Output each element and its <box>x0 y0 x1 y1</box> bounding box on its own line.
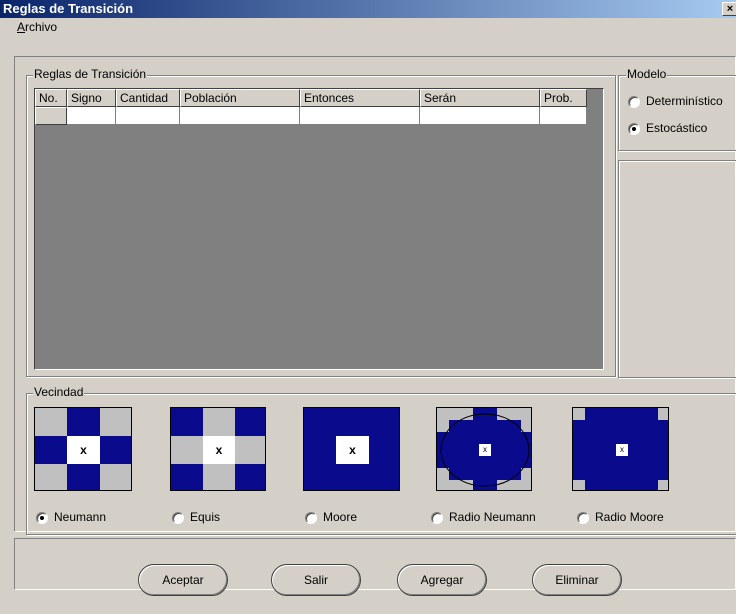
label-moore[interactable]: Moore <box>323 510 357 524</box>
rm-center-cell: x <box>616 444 628 456</box>
button-panel <box>14 538 736 590</box>
rm-corner-bl <box>573 480 585 490</box>
delete-button[interactable]: Eliminar <box>532 564 622 596</box>
equis-top-cell <box>203 408 235 436</box>
radio-moore-pattern[interactable]: x <box>572 407 669 491</box>
window-title: Reglas de Transición <box>3 1 134 16</box>
col-header-signo[interactable]: Signo <box>67 89 116 107</box>
col-header-poblacion[interactable]: Población <box>180 89 300 107</box>
equis-left-cell <box>171 436 203 464</box>
grid-cell-cantidad[interactable] <box>116 107 180 125</box>
close-button[interactable]: × <box>722 2 736 16</box>
radio-neumann[interactable] <box>36 512 48 524</box>
menu-archivo[interactable]: Archivo <box>17 20 57 34</box>
label-radio-moore[interactable]: Radio Moore <box>595 510 664 524</box>
grid-cell-signo[interactable] <box>67 107 116 125</box>
col-header-entonces[interactable]: Entonces <box>300 89 420 107</box>
col-header-no[interactable]: No. <box>35 89 67 107</box>
grid-cell-poblacion[interactable] <box>180 107 300 125</box>
col-header-seran[interactable]: Serán <box>420 89 540 107</box>
equis-bottom-cell <box>203 464 235 490</box>
moore-center-cell: x <box>336 436 369 464</box>
menu-archivo-rest: rchivo <box>25 20 58 34</box>
radio-moore[interactable] <box>305 512 317 524</box>
neumann-pattern[interactable]: x <box>34 407 132 491</box>
equis-pattern[interactable]: x <box>170 407 266 491</box>
menu-bar: Archivo <box>0 18 736 38</box>
moore-pattern[interactable]: x <box>303 407 400 491</box>
rules-grid[interactable]: No. Signo Cantidad Población Entonces Se… <box>34 88 604 370</box>
rm-corner-tl <box>573 408 585 420</box>
add-button[interactable]: Agregar <box>397 564 487 596</box>
label-neumann[interactable]: Neumann <box>54 510 106 524</box>
vecindad-legend: Vecindad <box>33 385 85 399</box>
side-panel <box>618 160 736 378</box>
col-header-prob[interactable]: Prob. <box>540 89 587 107</box>
equis-center-cell: x <box>203 436 235 464</box>
grid-cell-prob[interactable] <box>540 107 587 125</box>
radio-deterministico[interactable] <box>628 96 640 108</box>
modelo-group <box>618 75 736 151</box>
label-estocastico[interactable]: Estocástico <box>646 121 707 135</box>
rules-legend: Reglas de Transición <box>33 67 148 81</box>
radio-estocastico[interactable] <box>628 123 640 135</box>
label-deterministico[interactable]: Determinístico <box>646 94 723 108</box>
radio-radio-moore[interactable] <box>577 512 589 524</box>
neumann-center-cell: x <box>67 436 100 464</box>
row-indicator-cell[interactable] <box>35 107 67 125</box>
grid-cell-seran[interactable] <box>420 107 540 125</box>
title-bar: Reglas de Transición × <box>0 0 736 18</box>
menu-archivo-accel: A <box>17 20 26 34</box>
label-equis[interactable]: Equis <box>190 510 220 524</box>
rn-circle-icon <box>440 413 530 487</box>
equis-right-cell <box>235 436 265 464</box>
grid-cell-entonces[interactable] <box>300 107 420 125</box>
col-header-cantidad[interactable]: Cantidad <box>116 89 180 107</box>
radio-equis[interactable] <box>172 512 184 524</box>
modelo-legend: Modelo <box>626 67 668 81</box>
radio-radio-neumann[interactable] <box>431 512 443 524</box>
rm-corner-tr <box>658 408 668 420</box>
exit-button[interactable]: Salir <box>271 564 361 596</box>
rm-corner-br <box>658 480 668 490</box>
radio-neumann-pattern[interactable]: x <box>436 407 532 491</box>
accept-button[interactable]: Aceptar <box>138 564 228 596</box>
label-radio-neumann[interactable]: Radio Neumann <box>449 510 536 524</box>
